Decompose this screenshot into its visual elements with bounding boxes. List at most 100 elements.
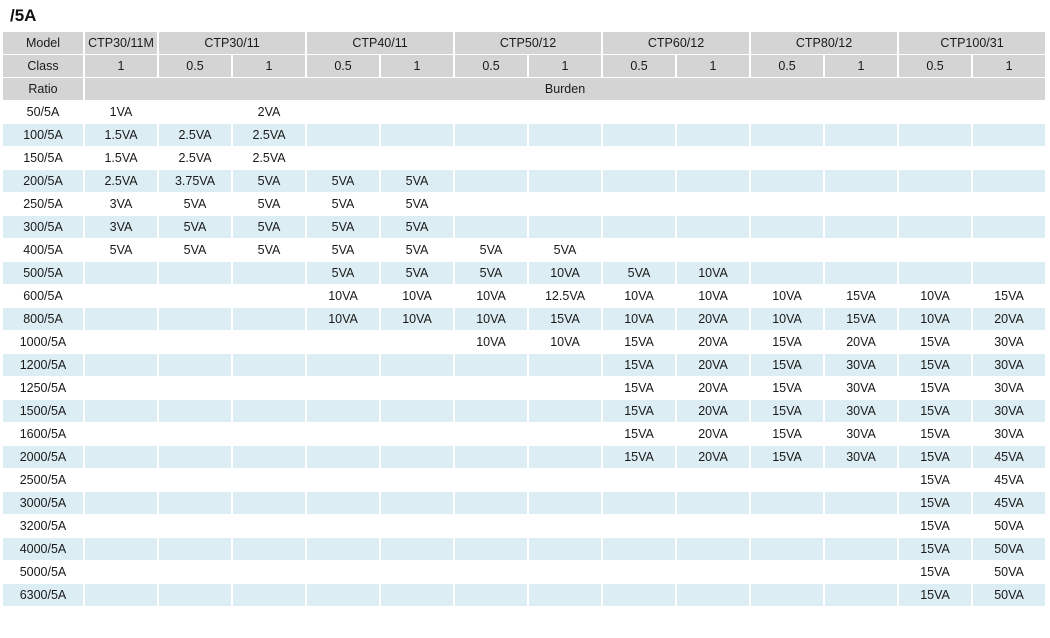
burden-cell: 15VA	[899, 423, 972, 445]
burden-cell: 20VA	[677, 377, 750, 399]
ratio-cell: 500/5A	[3, 262, 83, 284]
burden-cell	[307, 331, 380, 353]
ratio-cell: 250/5A	[3, 193, 83, 215]
burden-cell	[677, 239, 750, 261]
burden-cell	[677, 216, 750, 238]
burden-cell: 15VA	[529, 308, 602, 330]
burden-cell	[677, 492, 750, 514]
burden-cell	[85, 561, 157, 583]
burden-cell: 10VA	[529, 331, 602, 353]
header-class-ctp40-11-05: 0.5	[307, 55, 380, 77]
table-body: 50/5A 1VA 2VA 100/5A 1.5VA 2.5VA 2.5VA 150/5A 1.…	[3, 101, 1046, 606]
burden-cell: 5VA	[381, 193, 454, 215]
table-row: 150/5A 1.5VA 2.5VA 2.5VA	[3, 147, 1046, 169]
burden-cell	[825, 492, 898, 514]
burden-cell	[233, 584, 306, 606]
burden-cell: 5VA	[381, 170, 454, 192]
burden-cell	[677, 193, 750, 215]
burden-cell: 10VA	[751, 285, 824, 307]
burden-cell	[455, 515, 528, 537]
burden-cell: 15VA	[899, 561, 972, 583]
burden-cell	[455, 216, 528, 238]
header-class-ctp80-12-05: 0.5	[751, 55, 824, 77]
burden-cell	[85, 538, 157, 560]
burden-cell	[85, 423, 157, 445]
burden-cell	[603, 147, 676, 169]
table-row: 250/5A 3VA 5VA 5VA 5VA 5VA	[3, 193, 1046, 215]
burden-cell	[677, 170, 750, 192]
burden-cell	[307, 147, 380, 169]
burden-cell	[307, 538, 380, 560]
burden-cell	[973, 124, 1046, 146]
ratio-cell: 2500/5A	[3, 469, 83, 491]
burden-cell: 2.5VA	[159, 147, 231, 169]
burden-cell	[603, 515, 676, 537]
burden-cell: 5VA	[85, 239, 157, 261]
burden-cell: 30VA	[973, 354, 1046, 376]
burden-cell	[381, 492, 454, 514]
burden-cell	[85, 354, 157, 376]
burden-cell: 15VA	[751, 377, 824, 399]
burden-cell	[233, 308, 306, 330]
burden-cell	[85, 515, 157, 537]
burden-cell: 3VA	[85, 216, 157, 238]
burden-cell: 45VA	[973, 469, 1046, 491]
burden-cell	[899, 170, 972, 192]
burden-cell: 45VA	[973, 446, 1046, 468]
burden-cell	[381, 354, 454, 376]
burden-cell: 5VA	[233, 170, 306, 192]
burden-cell	[159, 285, 231, 307]
burden-cell	[529, 101, 602, 123]
table-row: 2000/5A 15VA 20VA 15VA 30VA 15VA 45VA	[3, 446, 1046, 468]
burden-cell	[825, 584, 898, 606]
burden-cell	[85, 285, 157, 307]
burden-table-page: /5A Model CTP30/11M CTP30/11 CTP40/11 CT…	[0, 0, 1050, 638]
ratio-cell: 1200/5A	[3, 354, 83, 376]
burden-cell: 10VA	[455, 308, 528, 330]
burden-cell	[825, 239, 898, 261]
burden-cell: 5VA	[233, 239, 306, 261]
burden-cell	[973, 262, 1046, 284]
burden-cell	[159, 400, 231, 422]
burden-cell	[85, 492, 157, 514]
header-model-ctp50-12: CTP50/12	[455, 32, 602, 54]
header-class-ctp30-11-05: 0.5	[159, 55, 231, 77]
burden-cell	[159, 561, 231, 583]
burden-cell	[603, 239, 676, 261]
header-model-label: Model	[3, 32, 83, 54]
burden-cell	[825, 469, 898, 491]
burden-cell: 45VA	[973, 492, 1046, 514]
page-title: /5A	[10, 6, 37, 25]
burden-cell	[751, 492, 824, 514]
burden-cell	[159, 515, 231, 537]
burden-cell: 2.5VA	[233, 124, 306, 146]
burden-cell	[381, 101, 454, 123]
burden-cell	[159, 101, 231, 123]
burden-cell	[529, 469, 602, 491]
table-row: 2500/5A 15VA 45VA	[3, 469, 1046, 491]
burden-cell: 5VA	[307, 216, 380, 238]
burden-cell	[751, 239, 824, 261]
ratio-cell: 3000/5A	[3, 492, 83, 514]
burden-cell	[381, 469, 454, 491]
burden-cell	[233, 515, 306, 537]
burden-cell	[529, 124, 602, 146]
table-row: 5000/5A 15VA 50VA	[3, 561, 1046, 583]
burden-cell	[233, 538, 306, 560]
burden-cell	[233, 354, 306, 376]
header-class-ctp30-11-1: 1	[233, 55, 306, 77]
burden-cell	[899, 101, 972, 123]
burden-cell: 2.5VA	[233, 147, 306, 169]
burden-cell	[529, 584, 602, 606]
header-class-ctp30-11m-1: 1	[85, 55, 157, 77]
header-model-ctp100-31: CTP100/31	[899, 32, 1046, 54]
burden-cell	[85, 400, 157, 422]
table-row: 1500/5A 15VA 20VA 15VA 30VA 15VA 30VA	[3, 400, 1046, 422]
burden-cell	[677, 124, 750, 146]
burden-cell: 15VA	[899, 400, 972, 422]
burden-cell	[973, 193, 1046, 215]
burden-cell: 1.5VA	[85, 124, 157, 146]
burden-cell: 15VA	[751, 446, 824, 468]
ratio-cell: 150/5A	[3, 147, 83, 169]
burden-cell: 15VA	[899, 469, 972, 491]
